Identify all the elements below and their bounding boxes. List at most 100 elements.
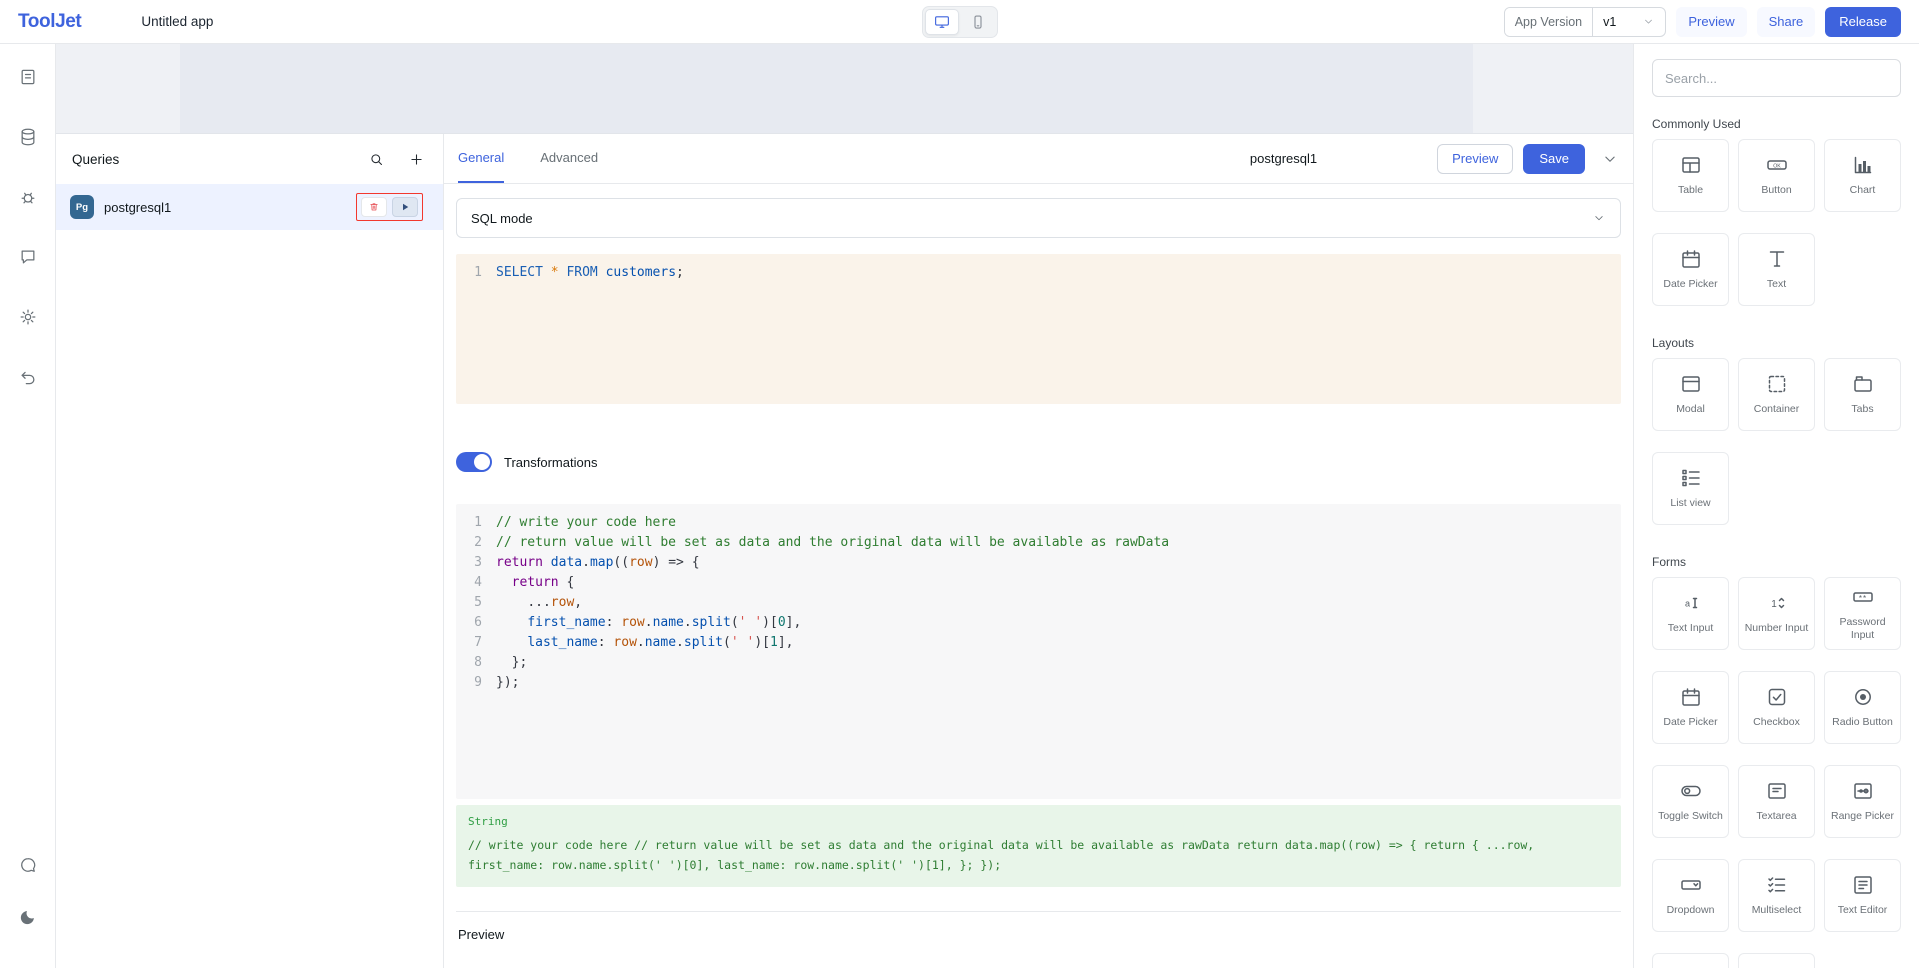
- mobile-view-button[interactable]: [961, 9, 995, 35]
- delete-query-button[interactable]: [361, 197, 387, 217]
- textinput-icon: a: [1679, 591, 1703, 615]
- widget-card-range-picker[interactable]: Range Picker: [1824, 765, 1901, 838]
- tab-advanced[interactable]: Advanced: [540, 134, 598, 183]
- widget-card-toggle-switch[interactable]: Toggle Switch: [1652, 765, 1729, 838]
- search-icon: [368, 151, 385, 168]
- tabs-icon: [1851, 372, 1875, 396]
- widget-card-multiselect[interactable]: Multiselect: [1738, 859, 1815, 932]
- widget-card-text-editor[interactable]: Text Editor: [1824, 859, 1901, 932]
- widget-card-table[interactable]: Table: [1652, 139, 1729, 212]
- line-number: 3: [456, 553, 482, 573]
- search-queries-button[interactable]: [365, 148, 387, 170]
- passwordinput-icon: **: [1851, 585, 1875, 609]
- sidebar-settings-button[interactable]: [11, 300, 45, 334]
- widget-card-partial[interactable]: [1738, 953, 1815, 968]
- app-version-label: App Version: [1505, 8, 1593, 36]
- tooljet-logo[interactable]: ToolJet: [18, 11, 81, 33]
- help-chat-button[interactable]: [11, 848, 45, 882]
- sidebar-undo-button[interactable]: [11, 360, 45, 394]
- theme-toggle-button[interactable]: [11, 900, 45, 934]
- release-button[interactable]: Release: [1825, 7, 1901, 37]
- toggleswitch-icon: [1679, 779, 1703, 803]
- share-button[interactable]: Share: [1757, 7, 1816, 37]
- canvas[interactable]: [180, 44, 1473, 133]
- result-text: // write your code here // return value …: [468, 836, 1609, 875]
- code-line: 1// write your code here: [456, 513, 1621, 533]
- line-number: 8: [456, 653, 482, 673]
- tab-general[interactable]: General: [458, 134, 504, 183]
- add-query-button[interactable]: [405, 148, 427, 170]
- widget-card-number-input[interactable]: 1Number Input: [1738, 577, 1815, 650]
- multiselect-icon: [1765, 873, 1789, 897]
- trash-icon: [368, 201, 380, 213]
- widget-card-modal[interactable]: Modal: [1652, 358, 1729, 431]
- preview-app-button[interactable]: Preview: [1676, 7, 1746, 37]
- widget-search-input[interactable]: [1652, 59, 1901, 97]
- widget-label: Text Editor: [1838, 904, 1888, 917]
- chart-icon: [1851, 153, 1875, 177]
- query-editor-tabs: General Advanced: [458, 134, 598, 183]
- line-number: 1: [456, 513, 482, 533]
- sidebar-debugger-button[interactable]: [11, 180, 45, 214]
- query-manager-panel: Queries Pgpostgresql1: [56, 134, 444, 968]
- query-name-display[interactable]: postgresql1: [1250, 151, 1317, 166]
- code-line: 1SELECT * FROM customers;: [456, 263, 1621, 283]
- line-number: 6: [456, 613, 482, 633]
- widget-label: Chart: [1850, 184, 1876, 197]
- line-number: 1: [456, 263, 482, 283]
- widget-card-radio-button[interactable]: Radio Button: [1824, 671, 1901, 744]
- toggle-knob: [474, 454, 490, 470]
- settings-icon: [18, 307, 38, 327]
- preview-query-button[interactable]: Preview: [1437, 144, 1513, 174]
- widget-card-date-picker[interactable]: Date Picker: [1652, 233, 1729, 306]
- sidebar-pages-button[interactable]: [11, 60, 45, 94]
- version-select[interactable]: v1: [1593, 15, 1665, 29]
- widget-card-text[interactable]: Text: [1738, 233, 1815, 306]
- query-name: postgresql1: [104, 200, 346, 215]
- widget-card-text-input[interactable]: aText Input: [1652, 577, 1729, 650]
- app-canvas-area[interactable]: [56, 44, 1633, 134]
- desktop-icon: [933, 13, 951, 31]
- mobile-icon: [969, 13, 987, 31]
- widget-card-list-view[interactable]: List view: [1652, 452, 1729, 525]
- rail-bottom: [11, 848, 45, 952]
- result-type-badge: String: [468, 815, 1609, 828]
- widget-label: Radio Button: [1832, 716, 1893, 729]
- widget-card-partial[interactable]: [1652, 953, 1729, 968]
- widgets-panel: Commonly UsedTableOKButtonChartDate Pick…: [1633, 44, 1919, 968]
- widget-card-dropdown[interactable]: Dropdown: [1652, 859, 1729, 932]
- widget-card-textarea[interactable]: Textarea: [1738, 765, 1815, 838]
- transformation-result: String // write your code here // return…: [456, 805, 1621, 887]
- widget-card-button[interactable]: OKButton: [1738, 139, 1815, 212]
- transformations-toggle[interactable]: [456, 452, 492, 472]
- run-query-button[interactable]: [392, 197, 418, 217]
- widget-card-tabs[interactable]: Tabs: [1824, 358, 1901, 431]
- query-mode-select[interactable]: SQL mode: [456, 198, 1621, 238]
- datepicker-icon: [1679, 247, 1703, 271]
- sql-code-editor[interactable]: 1SELECT * FROM customers;: [456, 254, 1621, 404]
- widget-label: Tabs: [1851, 403, 1873, 416]
- query-actions-highlight: [356, 193, 423, 221]
- transformation-code-editor[interactable]: 1// write your code here2// return value…: [456, 504, 1621, 799]
- save-query-button[interactable]: Save: [1523, 144, 1585, 174]
- app-title[interactable]: Untitled app: [141, 14, 213, 29]
- line-number: 4: [456, 573, 482, 593]
- desktop-view-button[interactable]: [925, 9, 959, 35]
- widget-section-title: Layouts: [1652, 336, 1901, 350]
- preview-section-header[interactable]: Preview: [456, 911, 1621, 962]
- widget-card-chart[interactable]: Chart: [1824, 139, 1901, 212]
- widget-label: Table: [1678, 184, 1703, 197]
- widget-card-container[interactable]: Container: [1738, 358, 1815, 431]
- sidebar-inspector-button[interactable]: [11, 240, 45, 274]
- debugger-icon: [18, 187, 38, 207]
- query-list-item[interactable]: Pgpostgresql1: [56, 184, 443, 230]
- query-editor-tabbar: General Advanced postgresql1 Preview Save: [444, 134, 1633, 184]
- widget-card-password-input[interactable]: **Password Input: [1824, 577, 1901, 650]
- line-number: 2: [456, 533, 482, 553]
- help-icon: [18, 855, 38, 875]
- collapse-panel-icon[interactable]: [1601, 150, 1619, 168]
- widget-card-date-picker[interactable]: Date Picker: [1652, 671, 1729, 744]
- widget-card-checkbox[interactable]: Checkbox: [1738, 671, 1815, 744]
- listview-icon: [1679, 466, 1703, 490]
- sidebar-datasources-button[interactable]: [11, 120, 45, 154]
